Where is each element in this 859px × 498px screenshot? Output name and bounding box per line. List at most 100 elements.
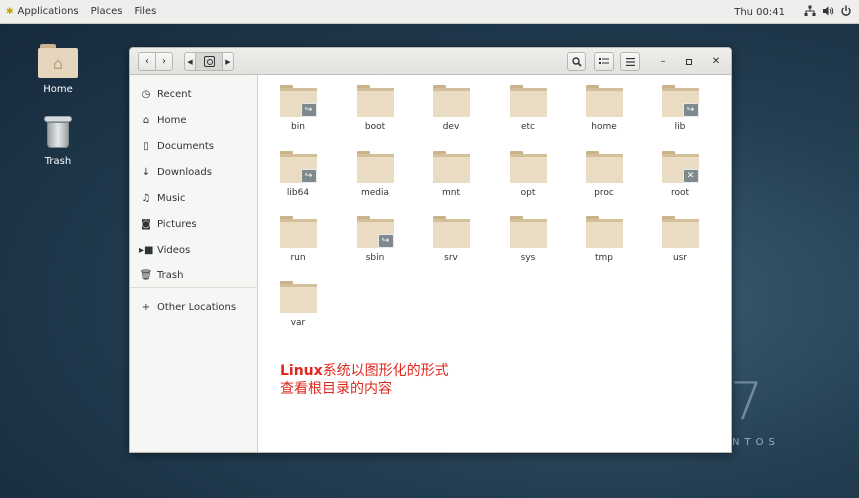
home-folder-icon: ⌂ bbox=[38, 44, 78, 78]
desktop-home-label: Home bbox=[43, 84, 73, 95]
places-menu[interactable]: Places bbox=[85, 0, 129, 24]
sidebar-item-documents[interactable]: ▯ Documents bbox=[139, 136, 254, 156]
folder-icon bbox=[279, 281, 317, 313]
folder-item-lib64[interactable]: ↪ lib64 bbox=[268, 151, 328, 198]
folder-item-sys[interactable]: sys bbox=[498, 216, 558, 263]
folder-icon bbox=[432, 216, 470, 248]
annotation-bold: Linux bbox=[280, 363, 323, 379]
applications-label: Applications bbox=[17, 6, 79, 17]
applications-menu[interactable]: ✱ Applications bbox=[0, 0, 85, 24]
folder-icon bbox=[432, 85, 470, 117]
path-root-button[interactable] bbox=[195, 52, 223, 71]
header-bar: ‹ › ◀ ▶ – ✕ bbox=[130, 48, 731, 75]
clock[interactable]: Thu 00:41 bbox=[734, 7, 785, 18]
folder-item-media[interactable]: media bbox=[345, 151, 405, 198]
folder-item-boot[interactable]: boot bbox=[345, 85, 405, 132]
desktop-home[interactable]: ⌂ Home bbox=[28, 44, 88, 95]
folder-item-usr[interactable]: usr bbox=[650, 216, 710, 263]
folder-item-lib[interactable]: ↪ lib bbox=[650, 85, 710, 132]
folder-item-tmp[interactable]: tmp bbox=[574, 216, 634, 263]
folder-item-run[interactable]: run bbox=[268, 216, 328, 263]
symlink-emblem-icon: ↪ bbox=[300, 169, 317, 183]
symlink-emblem-icon: ↪ bbox=[682, 103, 699, 117]
document-icon: ▯ bbox=[143, 140, 149, 152]
folder-label: proc bbox=[594, 188, 614, 198]
folder-item-root[interactable]: ✕ root bbox=[650, 151, 710, 198]
file-manager-window: ‹ › ◀ ▶ – ✕ ◷ Recent ⌂ Home ▯ Documents bbox=[129, 47, 732, 453]
folder-item-sbin[interactable]: ↪ sbin bbox=[345, 216, 405, 263]
sidebar-item-home[interactable]: ⌂ Home bbox=[139, 110, 254, 130]
folder-label: usr bbox=[672, 253, 688, 263]
folder-icon bbox=[585, 151, 623, 183]
forward-button[interactable]: › bbox=[155, 52, 173, 71]
network-icon[interactable] bbox=[801, 5, 819, 20]
top-bar: ✱ Applications Places Files Thu 00:41 bbox=[0, 0, 859, 24]
volume-icon[interactable] bbox=[819, 5, 837, 20]
camera-icon: ◙ bbox=[141, 218, 151, 230]
sidebar-item-trash[interactable]: 🗑 Trash bbox=[139, 265, 254, 285]
folder-item-srv[interactable]: srv bbox=[421, 216, 481, 263]
folder-label: dev bbox=[442, 122, 460, 132]
power-icon[interactable] bbox=[837, 5, 855, 20]
folder-item-etc[interactable]: etc bbox=[498, 85, 558, 132]
view-options-button[interactable] bbox=[594, 52, 614, 71]
sidebar-item-other-locations[interactable]: + Other Locations bbox=[139, 297, 254, 317]
clock-icon: ◷ bbox=[141, 88, 151, 100]
folder-label: bin bbox=[291, 122, 305, 132]
search-button[interactable] bbox=[567, 52, 586, 71]
disk-icon bbox=[203, 56, 215, 67]
folder-icon bbox=[509, 216, 547, 248]
trash-icon: 🗑 bbox=[139, 269, 153, 281]
folder-item-opt[interactable]: opt bbox=[498, 151, 558, 198]
folder-icon: ↪ bbox=[279, 85, 317, 117]
sidebar-item-downloads[interactable]: ↓ Downloads bbox=[139, 162, 254, 182]
maximize-button[interactable] bbox=[680, 52, 698, 71]
desktop-trash-label: Trash bbox=[44, 156, 72, 167]
folder-icon: ↪ bbox=[279, 151, 317, 183]
folder-item-home[interactable]: home bbox=[574, 85, 634, 132]
sidebar-item-recent[interactable]: ◷ Recent bbox=[139, 84, 254, 104]
folder-icon: ✕ bbox=[661, 151, 699, 183]
folder-label: sbin bbox=[365, 253, 385, 263]
hamburger-menu-button[interactable] bbox=[620, 52, 640, 71]
folder-icon bbox=[509, 151, 547, 183]
folder-item-var[interactable]: var bbox=[268, 281, 328, 328]
sidebar-item-label: Pictures bbox=[157, 218, 197, 230]
folder-icon bbox=[585, 216, 623, 248]
sidebar-item-pictures[interactable]: ◙ Pictures bbox=[139, 214, 254, 234]
sidebar: ◷ Recent ⌂ Home ▯ Documents ↓ Downloads … bbox=[130, 75, 258, 452]
folder-label: lib bbox=[674, 122, 686, 132]
folder-item-dev[interactable]: dev bbox=[421, 85, 481, 132]
folder-label: root bbox=[670, 188, 690, 198]
annotation-note: Linux系统以图形化的形式 查看根目录的内容 bbox=[280, 362, 449, 398]
chevron-left-icon: ‹ bbox=[145, 56, 149, 67]
centos-watermark-word: NTOS bbox=[732, 437, 780, 448]
folder-label: mnt bbox=[442, 188, 460, 198]
folder-label: sys bbox=[520, 253, 536, 263]
folder-icon bbox=[279, 216, 317, 248]
close-button[interactable]: ✕ bbox=[707, 52, 725, 71]
folder-icon: ↪ bbox=[356, 216, 394, 248]
folder-icon bbox=[661, 216, 699, 248]
back-button[interactable]: ‹ bbox=[138, 52, 156, 71]
folder-item-proc[interactable]: proc bbox=[574, 151, 634, 198]
sidebar-item-label: Trash bbox=[157, 269, 184, 281]
plus-icon: + bbox=[141, 301, 151, 313]
minimize-icon: – bbox=[660, 56, 666, 67]
folder-label: lib64 bbox=[286, 188, 310, 198]
symlink-emblem-icon: ↪ bbox=[300, 103, 317, 117]
folder-icon bbox=[356, 151, 394, 183]
folder-item-mnt[interactable]: mnt bbox=[421, 151, 481, 198]
desktop-trash[interactable]: Trash bbox=[28, 114, 88, 167]
folder-label: etc bbox=[520, 122, 535, 132]
files-menu[interactable]: Files bbox=[128, 0, 162, 24]
sidebar-item-music[interactable]: ♫ Music bbox=[139, 188, 254, 208]
sidebar-item-label: Downloads bbox=[157, 166, 212, 178]
sidebar-item-label: Other Locations bbox=[157, 301, 237, 313]
sidebar-item-label: Videos bbox=[157, 244, 191, 256]
path-scroll-right-button[interactable]: ▶ bbox=[222, 52, 234, 71]
sidebar-item-videos[interactable]: ▸■ Videos bbox=[139, 240, 254, 260]
folder-label: tmp bbox=[594, 253, 613, 263]
minimize-button[interactable]: – bbox=[654, 52, 672, 71]
folder-item-bin[interactable]: ↪ bin bbox=[268, 85, 328, 132]
